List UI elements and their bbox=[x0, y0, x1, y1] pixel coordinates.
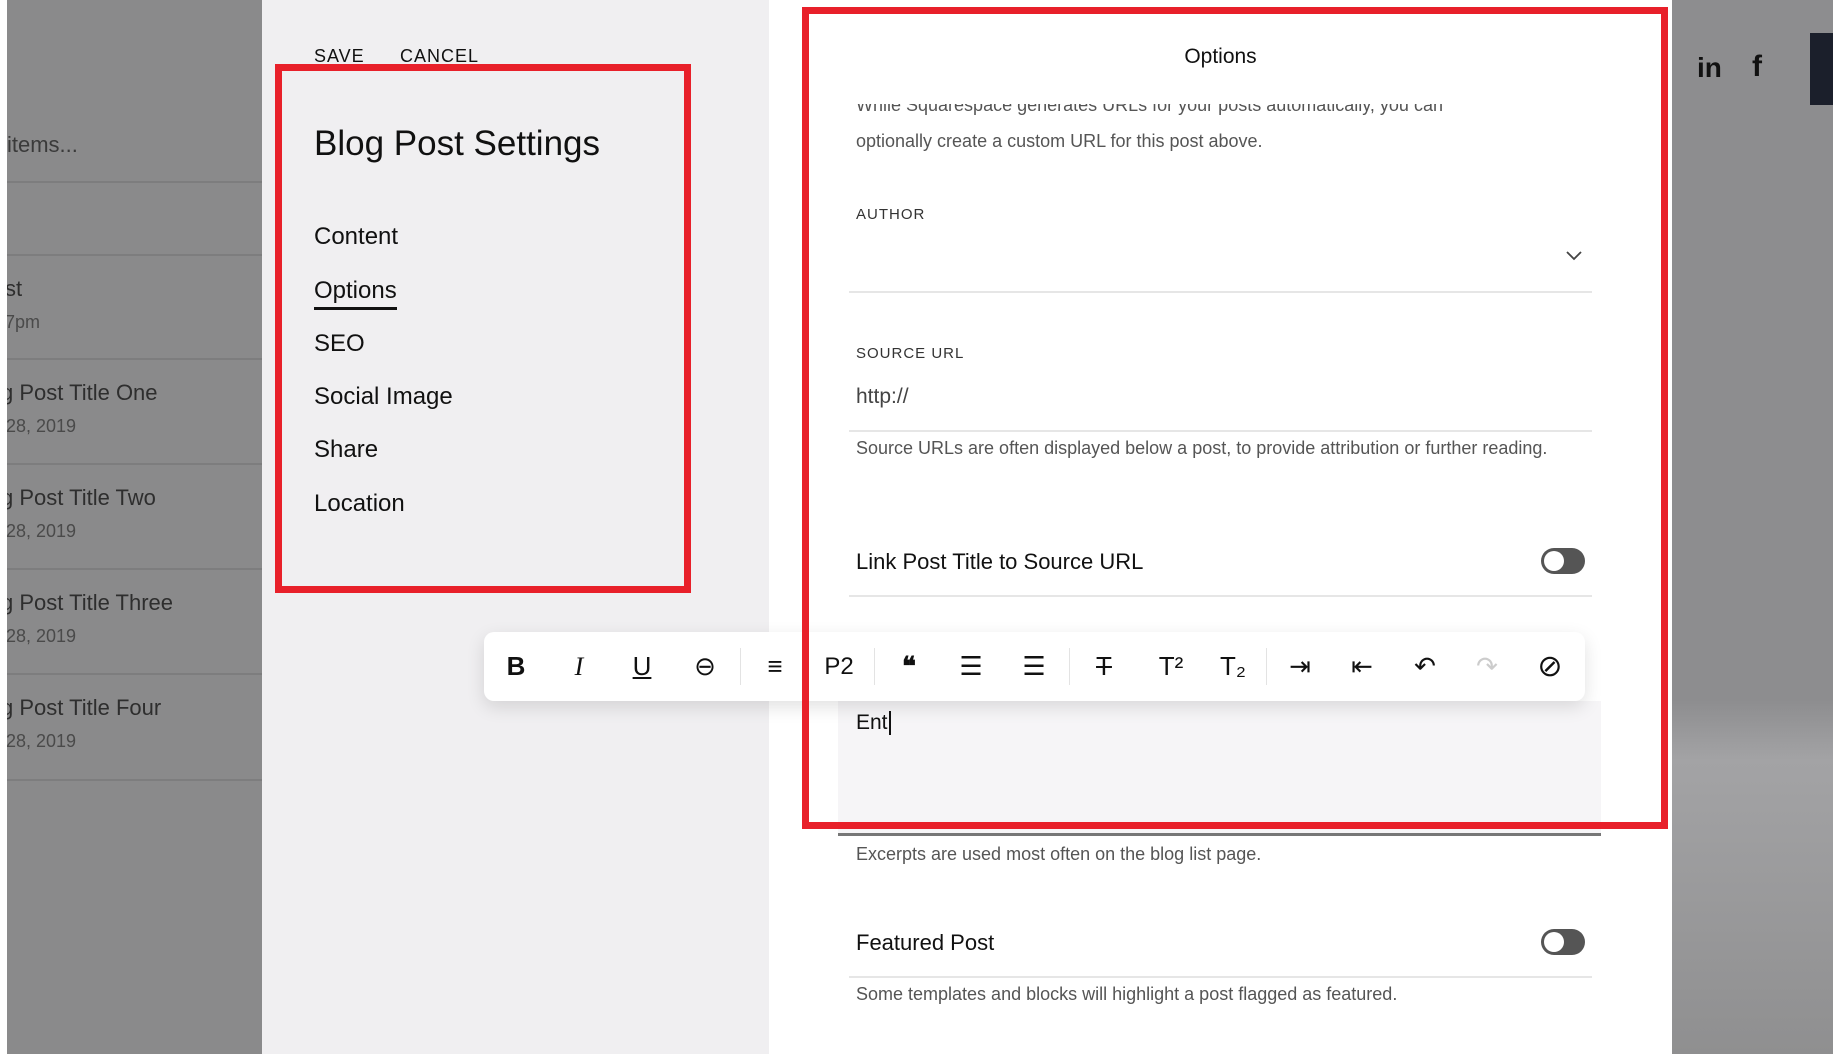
source-url-input[interactable]: http:// bbox=[856, 385, 909, 409]
chevron-down-icon bbox=[1566, 251, 1582, 261]
link-title-label: Link Post Title to Source URL bbox=[856, 549, 1144, 574]
nav-seo[interactable]: SEO bbox=[314, 330, 365, 358]
site-preview-background bbox=[1672, 0, 1833, 1054]
list-item-date: 28, 2019 bbox=[7, 521, 77, 541]
nav-location[interactable]: Location bbox=[314, 490, 405, 518]
list-item-title[interactable]: g Post Title One bbox=[7, 380, 158, 406]
options-title: Options bbox=[1184, 45, 1257, 68]
search-text: items... bbox=[7, 132, 78, 157]
subscript-icon[interactable]: T₂ bbox=[1208, 632, 1258, 701]
link-icon[interactable]: ⊖ bbox=[680, 632, 730, 701]
clear-format-icon[interactable]: ⊘ bbox=[1525, 632, 1575, 701]
facebook-icon[interactable]: f bbox=[1752, 50, 1762, 84]
nav-share[interactable]: Share bbox=[314, 436, 378, 464]
nav-social-image[interactable]: Social Image bbox=[314, 383, 453, 411]
excerpt-help: Excerpts are used most often on the blog… bbox=[856, 844, 1262, 864]
undo-icon[interactable]: ↶ bbox=[1400, 632, 1450, 701]
url-help-clipped: While Squarespace generates URLs for you… bbox=[856, 104, 1576, 118]
nav-content[interactable]: Content bbox=[314, 223, 398, 251]
link-title-toggle[interactable] bbox=[1541, 548, 1585, 574]
background-post-list: items... st 7pm g Post Title One 28, 201… bbox=[7, 0, 262, 1054]
ordered-list-icon[interactable]: ☰ bbox=[946, 632, 996, 701]
page-title: Blog Post Settings bbox=[314, 124, 600, 163]
cancel-button[interactable]: CANCEL bbox=[400, 46, 479, 67]
underline-icon[interactable]: U bbox=[617, 632, 667, 701]
url-help: optionally create a custom URL for this … bbox=[856, 131, 1263, 151]
redo-icon[interactable]: ↷ bbox=[1462, 632, 1512, 701]
outdent-icon[interactable]: ⇤ bbox=[1337, 632, 1387, 701]
site-header-button[interactable] bbox=[1810, 33, 1833, 105]
superscript-icon[interactable]: T² bbox=[1146, 632, 1196, 701]
formatting-toolbar: B I U ⊖ ≡ P2 ❝ ☰ ☰ T T² T₂ ⇥ ⇤ ↶ ↷ ⊘ bbox=[484, 632, 1585, 701]
linkedin-icon[interactable]: in bbox=[1697, 52, 1722, 84]
author-select[interactable] bbox=[849, 236, 1592, 292]
options-panel bbox=[769, 0, 1672, 1054]
strikethrough-icon[interactable]: T bbox=[1079, 632, 1129, 701]
source-url-label: SOURCE URL bbox=[856, 345, 965, 362]
list-item-title[interactable]: st bbox=[7, 276, 22, 302]
paragraph-style-button[interactable]: P2 bbox=[814, 632, 864, 701]
author-label: AUTHOR bbox=[856, 206, 926, 223]
featured-help: Some templates and blocks will highlight… bbox=[856, 984, 1398, 1004]
featured-post-label: Featured Post bbox=[856, 930, 995, 955]
bold-icon[interactable]: B bbox=[491, 632, 541, 701]
list-item-date: 7pm bbox=[7, 312, 41, 332]
list-item-title[interactable]: g Post Title Two bbox=[7, 485, 156, 511]
indent-icon[interactable]: ⇥ bbox=[1275, 632, 1325, 701]
italic-icon[interactable]: I bbox=[554, 632, 604, 701]
align-left-icon[interactable]: ≡ bbox=[750, 632, 800, 701]
excerpt-text[interactable]: Ent bbox=[856, 711, 891, 735]
nav-options[interactable]: Options bbox=[314, 277, 397, 310]
list-item-date: 28, 2019 bbox=[7, 731, 77, 751]
list-item-title[interactable]: g Post Title Four bbox=[7, 695, 161, 721]
list-item-date: 28, 2019 bbox=[7, 626, 77, 646]
list-item-date: 28, 2019 bbox=[7, 416, 77, 436]
url-help-clipped-text: While Squarespace generates URLs for you… bbox=[856, 104, 1443, 115]
quote-icon[interactable]: ❝ bbox=[884, 632, 934, 701]
featured-post-toggle[interactable] bbox=[1541, 929, 1585, 955]
list-item-title[interactable]: g Post Title Three bbox=[7, 590, 173, 616]
save-button[interactable]: SAVE bbox=[314, 46, 365, 67]
source-url-help: Source URLs are often displayed below a … bbox=[856, 438, 1548, 458]
excerpt-editor[interactable]: Ent bbox=[838, 701, 1601, 836]
bullet-list-icon[interactable]: ☰ bbox=[1009, 632, 1059, 701]
